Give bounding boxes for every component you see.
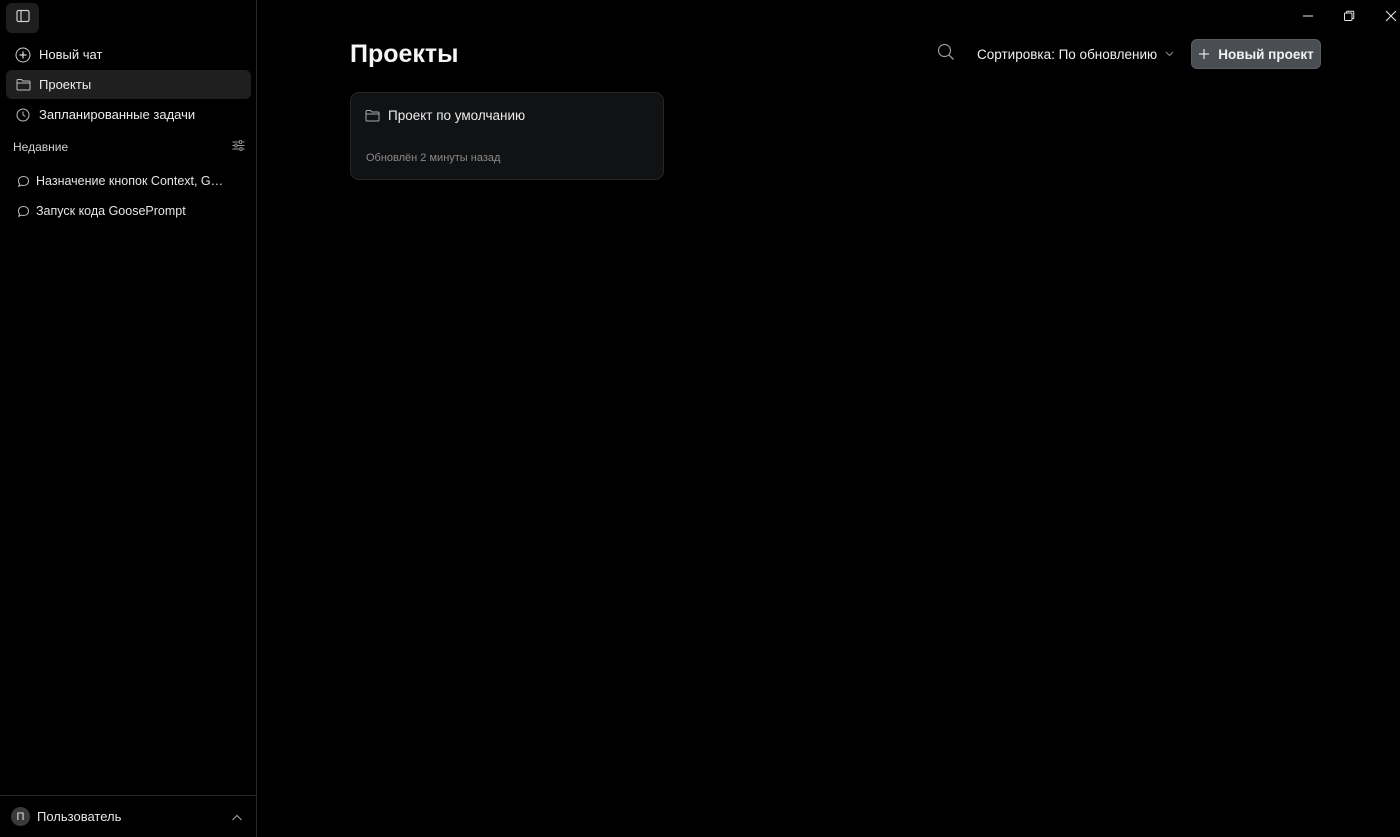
folder-icon [13,75,33,95]
minimize-button[interactable] [1295,6,1321,30]
recent-section-header: Недавние [13,139,245,155]
recent-chat-label: Назначение кнопок Context, Ge... [36,174,226,188]
close-button[interactable] [1378,6,1400,30]
clock-icon [13,105,33,125]
project-card[interactable]: Проект по умолчанию Обновлён 2 минуты на… [350,92,664,180]
recent-chat-item[interactable]: Запуск кода GoosePrompt [6,197,251,225]
folder-icon [365,109,380,122]
close-icon [1385,9,1397,27]
sidebar-item-label: Новый чат [39,47,103,62]
sort-label: Сортировка: По обновлению [977,46,1158,62]
page-title: Проекты [350,40,459,68]
project-name: Проект по умолчанию [388,108,526,123]
sidebar-item-label: Проекты [39,77,92,92]
plus-icon [1198,48,1210,60]
recent-chat-label: Запуск кода GoosePrompt [36,204,186,218]
new-project-label: Новый проект [1218,46,1314,62]
sidebar-item-projects[interactable]: Проекты [6,70,251,99]
sidebar-item-new-chat[interactable]: Новый чат [6,40,251,69]
plus-icon [13,45,33,65]
filter-sliders-icon[interactable] [232,140,245,154]
project-updated-time: Обновлён 2 минуты назад [366,152,501,164]
recent-heading: Недавние [13,140,69,154]
sidebar-item-scheduled-tasks[interactable]: Запланированные задачи [6,100,251,129]
avatar: П [11,807,30,826]
search-button[interactable] [935,43,957,65]
sidebar-panel-icon [15,9,30,28]
user-name: Пользователь [37,809,122,824]
restore-icon [1343,9,1355,27]
sidebar: Новый чат Проекты Запланированные задачи… [0,0,257,837]
user-menu-button[interactable]: П Пользователь [0,795,256,837]
sidebar-toggle-button[interactable] [6,3,39,33]
restore-button[interactable] [1336,6,1362,30]
chat-bubble-icon [14,172,32,190]
sidebar-item-label: Запланированные задачи [39,107,196,122]
chevron-down-icon [1165,51,1174,57]
chat-bubble-icon [14,202,32,220]
recent-chat-item[interactable]: Назначение кнопок Context, Ge... [6,167,251,195]
new-project-button[interactable]: Новый проект [1191,39,1321,69]
app-window: Новый чат Проекты Запланированные задачи… [0,0,1400,837]
minimize-icon [1302,9,1314,27]
project-card-title: Проект по умолчанию [365,108,525,123]
search-icon [937,43,955,66]
sort-dropdown[interactable]: Сортировка: По обновлению [977,44,1174,64]
chevron-up-icon [231,809,243,827]
